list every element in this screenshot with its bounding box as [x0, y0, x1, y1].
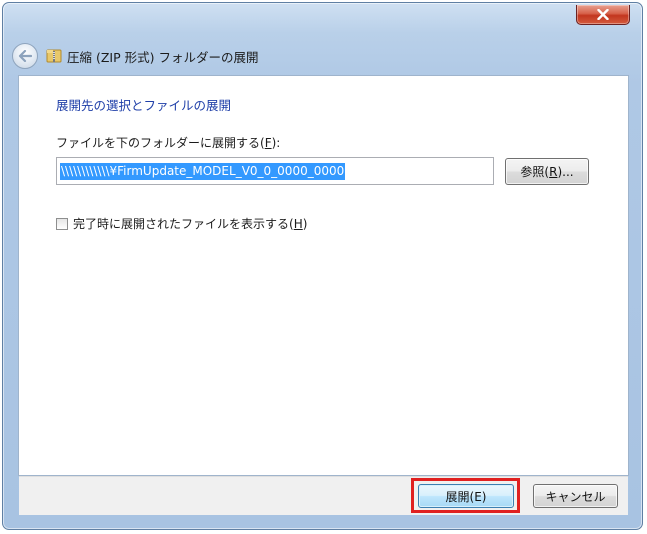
show-files-label[interactable]: 完了時に展開されたファイルを表示する(H) [73, 215, 307, 232]
dialog-title-row: 圧縮 (ZIP 形式) フォルダーの展開 [12, 42, 258, 70]
show-files-label-accelerator: H [293, 217, 303, 231]
close-icon [597, 9, 609, 20]
show-files-option[interactable]: 完了時に展開されたファイルを表示する(H) [56, 215, 307, 232]
show-files-checkbox[interactable] [56, 217, 68, 230]
browse-button-suffix: )... [557, 164, 574, 179]
back-button[interactable] [12, 43, 38, 69]
back-arrow-icon [18, 50, 32, 62]
destination-label-accelerator: F [264, 136, 272, 150]
show-files-label-suffix: ) [302, 217, 308, 231]
extract-button-highlight [411, 478, 520, 513]
section-heading: 展開先の選択とファイルの展開 [56, 98, 232, 113]
destination-label: ファイルを下のフォルダーに展開する(F): [56, 134, 280, 151]
show-files-label-text: 完了時に展開されたファイルを表示する( [73, 217, 294, 231]
browse-button[interactable]: 参照(R)... [505, 158, 589, 185]
browse-button-accelerator: R [549, 164, 558, 179]
destination-label-text: ファイルを下のフォルダーに展開する( [56, 136, 265, 150]
cancel-button[interactable]: キャンセル [533, 484, 618, 508]
zip-folder-icon [46, 49, 62, 63]
destination-label-suffix: ): [271, 136, 281, 150]
content-panel: 展開先の選択とファイルの展開 ファイルを下のフォルダーに展開する(F): \\\… [18, 75, 629, 476]
browse-button-text: 参照( [520, 165, 550, 179]
dialog-title: 圧縮 (ZIP 形式) フォルダーの展開 [67, 49, 259, 65]
destination-path-input[interactable]: \\\\\\\\\\\\¥FirmUpdate_MODEL_V0_0_0000_… [56, 157, 494, 185]
destination-path-value: \\\\\\\\\\\\¥FirmUpdate_MODEL_V0_0_0000_… [60, 162, 346, 180]
close-button[interactable] [576, 5, 630, 25]
